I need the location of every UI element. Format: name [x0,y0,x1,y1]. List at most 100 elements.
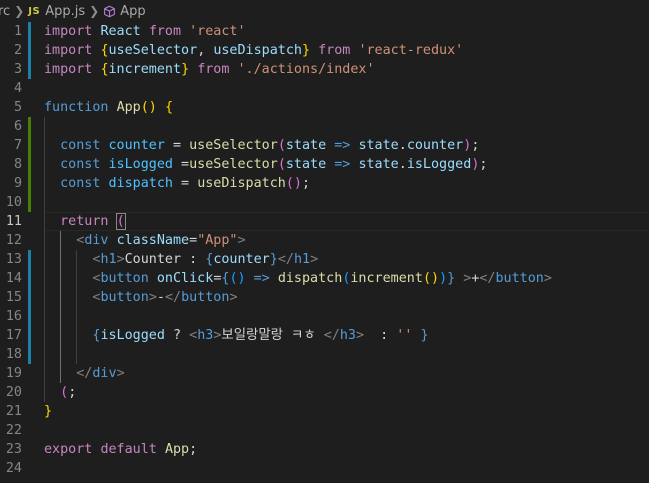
code-editor[interactable]: rc ❯ JS App.js ❯ App 1 import React from … [0,0,649,483]
code-line[interactable]: 20 (; [0,383,649,402]
git-modified-marker[interactable] [28,41,31,60]
git-modified-marker[interactable] [28,250,31,269]
code-text: <div className="App"> [44,231,246,250]
code-token: { [164,100,173,115]
git-modified-marker[interactable] [28,60,31,79]
code-line[interactable]: 24 [0,459,649,478]
cube-icon [103,5,116,18]
code-line[interactable]: 4 [0,79,649,98]
code-line[interactable]: 5 function App() { [0,98,649,117]
code-area[interactable]: 1 import React from 'react' 2 import {useSe… [0,22,649,483]
code-token: const [60,138,101,153]
git-modified-marker[interactable] [28,288,31,307]
code-token: default [100,442,157,457]
git-modified-marker[interactable] [28,22,31,41]
line-number: 6 [13,119,22,134]
code-line[interactable]: 16 [0,307,649,326]
git-modified-marker[interactable] [28,307,31,326]
code-token: from [318,43,351,58]
code-token: ; [189,442,198,457]
code-line[interactable]: 9 const dispatch = useDispatch(); [0,174,649,193]
code-line[interactable]: 6 [0,117,649,136]
git-modified-marker[interactable] [28,345,31,364]
code-text: <button onClick={() => dispatch(incremen… [44,269,552,288]
code-text: {isLogged ? <h3>보일랑말랑 ㅋㅎ </h3> : '' } [44,326,428,345]
code-token: counter [213,252,270,267]
code-text: const counter = useSelector(state => sta… [44,136,479,155]
code-token: state [285,138,327,153]
code-line[interactable]: 14 <button onClick={() => dispatch(incre… [0,269,649,288]
code-token: './actions/index' [237,62,375,77]
code-token: () [229,271,246,286]
code-line[interactable]: 3 import {increment} from './actions/inde… [0,60,649,79]
code-token: => [253,271,270,286]
code-line[interactable]: 7 const counter = useSelector(state => s… [0,136,649,155]
code-line[interactable]: 18 [0,345,649,364]
code-token: state [358,157,399,172]
code-token: > [355,328,365,343]
git-added-marker[interactable] [28,174,31,193]
code-token: isLogged [108,157,174,172]
code-token: h1 [293,252,311,267]
breadcrumb-symbol[interactable]: App [103,3,146,19]
line-number: 14 [5,271,22,286]
code-line[interactable]: 15 <button>-</button> [0,288,649,307]
code-text: export default App; [44,440,197,459]
code-line[interactable]: 22 [0,421,649,440]
code-text: return ( [44,212,126,231]
code-line[interactable]: 21} [0,402,649,421]
code-line[interactable]: 10 [0,193,649,212]
git-added-marker[interactable] [28,193,31,212]
code-token: from [197,62,230,77]
git-added-marker[interactable] [28,136,31,155]
git-modified-marker[interactable] [28,326,31,345]
code-line[interactable]: 2 import {useSelector, useDispatch} from … [0,41,649,60]
git-added-marker[interactable] [28,117,31,136]
line-number: 9 [13,176,22,191]
breadcrumb-folder[interactable]: rc [0,4,10,19]
line-number: 1 [13,24,22,39]
code-line[interactable]: 8 const isLogged =useSelector(state => s… [0,155,649,174]
line-number: 7 [13,138,22,153]
code-token: useDispatch [197,176,286,191]
code-token: } [44,404,53,419]
code-token: function [44,100,109,115]
code-line[interactable]: 13 <h1>Counter : {counter}</h1> [0,250,649,269]
code-token: increment [350,271,423,286]
code-token: increment [108,62,182,77]
indent-guide [60,231,62,383]
code-line[interactable]: 23 export default App; [0,440,649,459]
indent-guide [76,250,78,364]
breadcrumb-file[interactable]: JS App.js [28,4,85,19]
code-token: React [100,24,141,39]
line-number: 11 [5,214,22,229]
line-number: 3 [13,62,22,77]
code-token: > [237,233,246,248]
code-token: App [164,442,190,457]
code-line[interactable]: 19 </div> [0,364,649,383]
code-token: > [229,290,238,305]
code-token: = [173,176,198,191]
breadcrumb-symbol-label: App [120,3,146,19]
code-line[interactable]: 1 import React from 'react' [0,22,649,41]
code-line[interactable]: 12 <div className="App"> [0,231,649,250]
code-token: button [100,290,149,305]
code-token: () [140,100,157,115]
code-token: onClick [156,271,214,286]
code-token: > [116,252,125,267]
line-number: 4 [13,81,22,96]
git-modified-marker[interactable] [28,269,31,288]
code-text: import React from 'react' [44,22,246,41]
git-added-marker[interactable] [28,155,31,174]
code-line[interactable]: 17 {isLogged ? <h3>보일랑말랑 ㅋㅎ </h3> : '' } [0,326,649,345]
code-line[interactable]: 11 return ( [0,212,649,231]
